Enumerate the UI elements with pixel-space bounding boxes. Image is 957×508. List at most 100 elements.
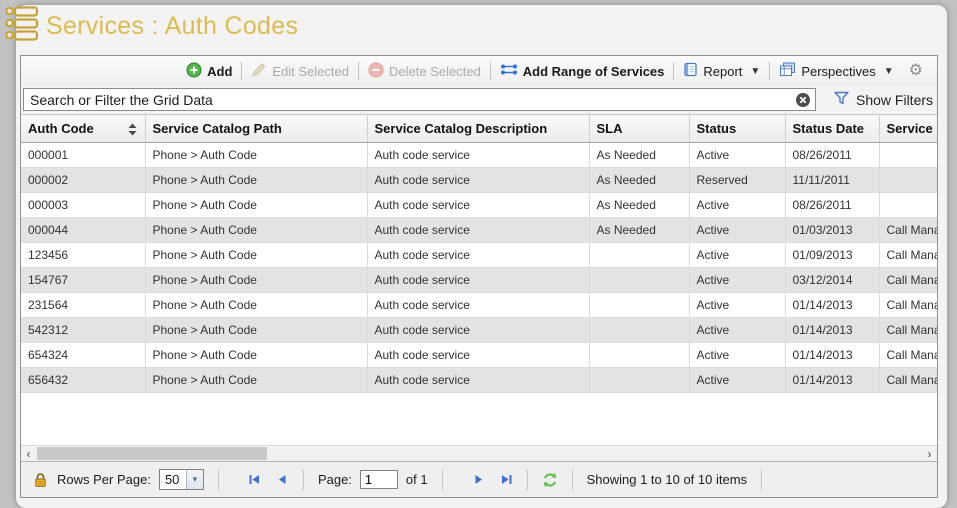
column-header-service-catalog-description[interactable]: Service Catalog Description xyxy=(367,115,589,143)
table-row[interactable]: 154767 Phone > Auth Code Auth code servi… xyxy=(21,268,937,293)
search-input[interactable] xyxy=(24,92,795,108)
report-button[interactable]: Report ▼ xyxy=(674,62,769,80)
cell-auth-code: 654324 xyxy=(21,343,145,368)
cell-sla xyxy=(589,318,689,343)
cell-sla: As Needed xyxy=(589,168,689,193)
cell-status: Active xyxy=(689,268,785,293)
cell-path: Phone > Auth Code xyxy=(145,368,367,393)
sort-icon[interactable] xyxy=(128,123,137,139)
add-button[interactable]: Add xyxy=(177,62,241,81)
cell-status: Active xyxy=(689,343,785,368)
cell-sla xyxy=(589,343,689,368)
search-box xyxy=(23,88,816,111)
cell-description: Auth code service xyxy=(367,218,589,243)
cell-status-date: 01/14/2013 xyxy=(785,318,879,343)
add-range-label: Add Range of Services xyxy=(523,64,665,79)
statusbar-separator xyxy=(572,470,573,490)
page-of-label: of 1 xyxy=(406,472,428,487)
cell-service-host: Call Manag xyxy=(879,293,937,318)
column-header-sla[interactable]: SLA xyxy=(589,115,689,143)
cell-description: Auth code service xyxy=(367,268,589,293)
cell-auth-code: 000044 xyxy=(21,218,145,243)
cell-status-date: 08/26/2011 xyxy=(785,193,879,218)
scrollbar-thumb[interactable] xyxy=(37,447,267,460)
cell-service-host: Call Manag xyxy=(879,268,937,293)
table-row[interactable]: 000003 Phone > Auth Code Auth code servi… xyxy=(21,193,937,218)
previous-page-button[interactable] xyxy=(276,473,289,486)
add-plus-icon xyxy=(186,62,202,81)
page-number-input[interactable] xyxy=(360,470,398,489)
services-list-icon xyxy=(4,3,42,48)
clear-search-icon[interactable] xyxy=(795,92,811,108)
edit-selected-button[interactable]: Edit Selected xyxy=(242,62,358,81)
add-range-of-services-button[interactable]: Add Range of Services xyxy=(491,63,674,79)
next-page-button[interactable] xyxy=(472,473,485,486)
cell-sla xyxy=(589,243,689,268)
rows-per-page-select[interactable]: 50 ▾ xyxy=(159,469,204,490)
statusbar-separator xyxy=(218,470,219,490)
column-header-auth-code[interactable]: Auth Code xyxy=(21,115,145,143)
last-page-button[interactable] xyxy=(500,473,513,486)
table-row[interactable]: 656432 Phone > Auth Code Auth code servi… xyxy=(21,368,937,393)
cell-status-date: 03/12/2014 xyxy=(785,268,879,293)
cell-service-host: Call Manag xyxy=(879,343,937,368)
cell-status: Active xyxy=(689,143,785,168)
edit-selected-label: Edit Selected xyxy=(272,64,349,79)
scroll-right-icon[interactable]: › xyxy=(922,446,937,461)
cell-service-host xyxy=(879,143,937,168)
cell-sla: As Needed xyxy=(589,218,689,243)
cell-status: Active xyxy=(689,318,785,343)
cell-path: Phone > Auth Code xyxy=(145,168,367,193)
showing-items-text: Showing 1 to 10 of 10 items xyxy=(587,472,747,487)
page-title: Services : Auth Codes xyxy=(46,12,298,41)
title-bar: Services : Auth Codes xyxy=(0,0,957,52)
first-page-button[interactable] xyxy=(248,473,261,486)
refresh-icon[interactable] xyxy=(542,472,558,488)
cell-status: Active xyxy=(689,368,785,393)
grid: Auth Code Service Catalog Path Service C… xyxy=(21,114,937,445)
cell-status-date: 11/11/2011 xyxy=(785,168,879,193)
scroll-left-icon[interactable]: ‹ xyxy=(21,446,36,461)
cell-path: Phone > Auth Code xyxy=(145,293,367,318)
column-header-service-host[interactable]: Service H xyxy=(879,115,937,143)
cell-description: Auth code service xyxy=(367,193,589,218)
search-row: Show Filters xyxy=(21,86,937,114)
horizontal-scrollbar: ‹ › xyxy=(21,445,937,461)
minus-circle-icon xyxy=(368,62,384,81)
cell-status: Active xyxy=(689,293,785,318)
report-icon xyxy=(683,62,698,80)
table-row[interactable]: 000002 Phone > Auth Code Auth code servi… xyxy=(21,168,937,193)
perspectives-button[interactable]: Perspectives ▼ xyxy=(770,62,902,80)
table-row[interactable]: 542312 Phone > Auth Code Auth code servi… xyxy=(21,318,937,343)
rows-per-page-value: 50 xyxy=(160,470,186,489)
scrollbar-track[interactable] xyxy=(36,446,922,461)
grid-panel: Add Edit Selected Delete Selected xyxy=(20,55,938,498)
cell-description: Auth code service xyxy=(367,243,589,268)
table-row[interactable]: 123456 Phone > Auth Code Auth code servi… xyxy=(21,243,937,268)
cell-auth-code: 000002 xyxy=(21,168,145,193)
table-row[interactable]: 654324 Phone > Auth Code Auth code servi… xyxy=(21,343,937,368)
table-row[interactable]: 000044 Phone > Auth Code Auth code servi… xyxy=(21,218,937,243)
cell-status: Reserved xyxy=(689,168,785,193)
cell-status-date: 01/03/2013 xyxy=(785,218,879,243)
statusbar-separator xyxy=(527,470,528,490)
statusbar-separator xyxy=(303,470,304,490)
table-row[interactable]: 231564 Phone > Auth Code Auth code servi… xyxy=(21,293,937,318)
cell-service-host xyxy=(879,168,937,193)
funnel-icon xyxy=(833,91,850,109)
gear-icon[interactable]: ⚙ xyxy=(903,63,929,79)
perspectives-label: Perspectives xyxy=(801,64,875,79)
cell-status: Active xyxy=(689,193,785,218)
chevron-down-icon: ▼ xyxy=(750,66,760,77)
delete-selected-button[interactable]: Delete Selected xyxy=(359,62,490,81)
cell-auth-code: 000003 xyxy=(21,193,145,218)
column-header-service-catalog-path[interactable]: Service Catalog Path xyxy=(145,115,367,143)
table-row[interactable]: 000001 Phone > Auth Code Auth code servi… xyxy=(21,143,937,168)
toolbar: Add Edit Selected Delete Selected xyxy=(21,56,937,86)
chevron-down-icon: ▼ xyxy=(884,66,894,77)
show-filters-button[interactable]: Show Filters xyxy=(833,86,933,114)
cell-status-date: 01/14/2013 xyxy=(785,343,879,368)
cell-status-date: 08/26/2011 xyxy=(785,143,879,168)
column-header-status-date[interactable]: Status Date xyxy=(785,115,879,143)
column-header-status[interactable]: Status xyxy=(689,115,785,143)
